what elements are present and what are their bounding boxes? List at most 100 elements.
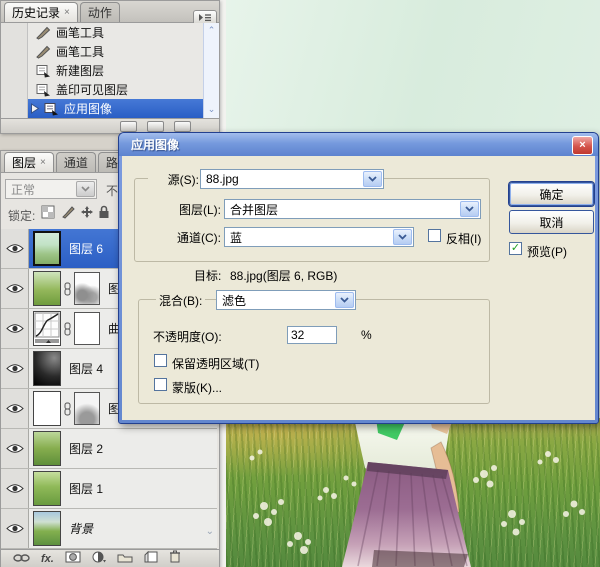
preview-checkbox[interactable]: ✓: [509, 242, 522, 255]
history-source-well[interactable]: [1, 80, 28, 99]
layer-thumbnail[interactable]: [33, 431, 61, 466]
lock-transparency-icon[interactable]: [41, 205, 55, 224]
visibility-toggle[interactable]: [1, 229, 29, 268]
dialog-close-button[interactable]: ×: [572, 136, 593, 155]
photo-figure-illustration: [226, 418, 600, 567]
delete-state-icon[interactable]: [174, 121, 191, 132]
blend-dropdown[interactable]: 滤色: [216, 290, 356, 310]
layer-row-1[interactable]: 图层 1: [1, 469, 217, 509]
layer-mask-thumbnail[interactable]: [74, 312, 100, 345]
lock-all-icon[interactable]: [98, 205, 110, 224]
chevron-down-icon: [363, 171, 382, 187]
chevron-down-icon: [393, 229, 412, 245]
history-source-well[interactable]: [1, 42, 28, 61]
layer-style-icon[interactable]: fx.: [41, 553, 54, 565]
tab-channels[interactable]: 通道: [56, 152, 96, 172]
tab-close-icon[interactable]: ×: [40, 158, 46, 168]
visibility-toggle[interactable]: [1, 429, 29, 468]
tab-history[interactable]: 历史记录 ×: [4, 2, 78, 22]
history-item-brush-1[interactable]: 画笔工具: [1, 23, 203, 43]
scroll-down-icon[interactable]: ⌄: [204, 104, 219, 115]
source-value: 88.jpg: [206, 172, 239, 186]
layer-dropdown[interactable]: 合并图层: [224, 199, 481, 219]
tab-close-icon[interactable]: ×: [64, 8, 70, 18]
layer-name[interactable]: 图层 6: [69, 240, 103, 257]
channel-label: 通道(C):: [166, 229, 224, 246]
opacity-input[interactable]: [287, 326, 337, 344]
history-item-stamp-visible[interactable]: 盖印可见图层: [1, 80, 203, 100]
layer-thumbnail[interactable]: [33, 351, 61, 386]
new-document-from-state-icon[interactable]: [120, 121, 137, 132]
visibility-toggle[interactable]: [1, 509, 29, 548]
history-source-well[interactable]: [1, 61, 28, 80]
layers-bottom-toolbar: fx.: [1, 549, 219, 567]
tab-layers-label: 图层: [12, 154, 36, 171]
layer-thumbnail[interactable]: [33, 511, 61, 546]
blend-mode-dropdown[interactable]: 正常: [5, 179, 97, 199]
history-item-brush-2[interactable]: 画笔工具: [1, 42, 203, 62]
dialog-body: 源(S): 88.jpg 图层(L): 合并图层 通道(C): 蓝 反相(I) …: [122, 156, 595, 420]
history-source-well[interactable]: [1, 23, 28, 42]
lock-position-icon[interactable]: [80, 205, 94, 224]
history-source-well[interactable]: [1, 99, 28, 118]
source-dropdown[interactable]: 88.jpg: [200, 169, 384, 189]
link-layers-icon[interactable]: [13, 550, 30, 567]
layer-row-2[interactable]: 图层 2: [1, 429, 217, 469]
mask-checkbox[interactable]: [154, 378, 167, 391]
layer-name[interactable]: 图层 4: [69, 360, 103, 377]
layer-thumbnail[interactable]: [33, 471, 61, 506]
cancel-button[interactable]: 取消: [509, 210, 594, 234]
curves-adjustment-thumbnail[interactable]: [33, 311, 61, 346]
opacity-label: 不透明度(O):: [150, 328, 225, 345]
dialog-titlebar[interactable]: 应用图像: [119, 133, 598, 156]
layers-scroll-down-icon[interactable]: ⌄: [206, 526, 214, 537]
layer-name[interactable]: 背景: [69, 520, 93, 537]
close-icon: ×: [579, 140, 585, 151]
eye-icon: [6, 243, 24, 254]
invert-label: 反相(I): [446, 230, 481, 247]
tab-layers[interactable]: 图层 ×: [4, 152, 54, 172]
history-item-label: 应用图像: [64, 100, 112, 117]
new-layer-icon[interactable]: [144, 550, 158, 567]
brush-icon: [35, 26, 51, 40]
eye-icon: [6, 523, 24, 534]
layer-thumbnail[interactable]: [33, 271, 61, 306]
history-scrollbar[interactable]: ⌃ ⌄: [203, 23, 219, 118]
adjustment-layer-icon[interactable]: [92, 550, 106, 567]
scroll-up-icon[interactable]: ⌃: [204, 25, 219, 36]
ok-button-label: 确定: [539, 186, 563, 203]
layer-name[interactable]: 图层 1: [69, 480, 103, 497]
invert-checkbox[interactable]: [428, 229, 441, 242]
delete-layer-icon[interactable]: [169, 550, 181, 567]
visibility-toggle[interactable]: [1, 469, 29, 508]
layer-mask-thumbnail[interactable]: [74, 272, 100, 305]
history-item-new-layer[interactable]: 新建图层: [1, 61, 203, 81]
tab-actions[interactable]: 动作: [80, 2, 120, 22]
add-mask-icon[interactable]: [65, 550, 81, 567]
layer-mask-thumbnail[interactable]: [74, 392, 100, 425]
ok-button[interactable]: 确定: [509, 182, 594, 206]
tab-history-label: 历史记录: [12, 4, 60, 21]
layer-thumbnail[interactable]: [33, 231, 61, 266]
new-group-icon[interactable]: [117, 550, 133, 567]
current-state-icon: [30, 103, 40, 114]
visibility-toggle[interactable]: [1, 269, 29, 308]
channel-dropdown[interactable]: 蓝: [224, 227, 414, 247]
layer-thumbnail[interactable]: [33, 391, 61, 426]
preserve-transparency-checkbox[interactable]: [154, 354, 167, 367]
tab-actions-label: 动作: [88, 4, 112, 21]
visibility-toggle[interactable]: [1, 389, 29, 428]
history-panel: ▬✕ 历史记录 × 动作 画笔工具 画笔工具: [0, 0, 220, 134]
layer-name[interactable]: 图层 2: [69, 440, 103, 457]
visibility-toggle[interactable]: [1, 349, 29, 388]
check-icon: ✓: [511, 243, 520, 254]
history-item-apply-image[interactable]: 应用图像: [1, 99, 203, 119]
eye-icon: [6, 323, 24, 334]
layer-row-background[interactable]: 背景: [1, 509, 217, 549]
history-item-label: 画笔工具: [56, 43, 104, 60]
target-value: 88.jpg(图层 6, RGB): [230, 267, 337, 284]
new-snapshot-icon[interactable]: [147, 121, 164, 132]
lock-pixels-icon[interactable]: [61, 205, 75, 224]
visibility-toggle[interactable]: [1, 309, 29, 348]
eye-icon: [6, 483, 24, 494]
